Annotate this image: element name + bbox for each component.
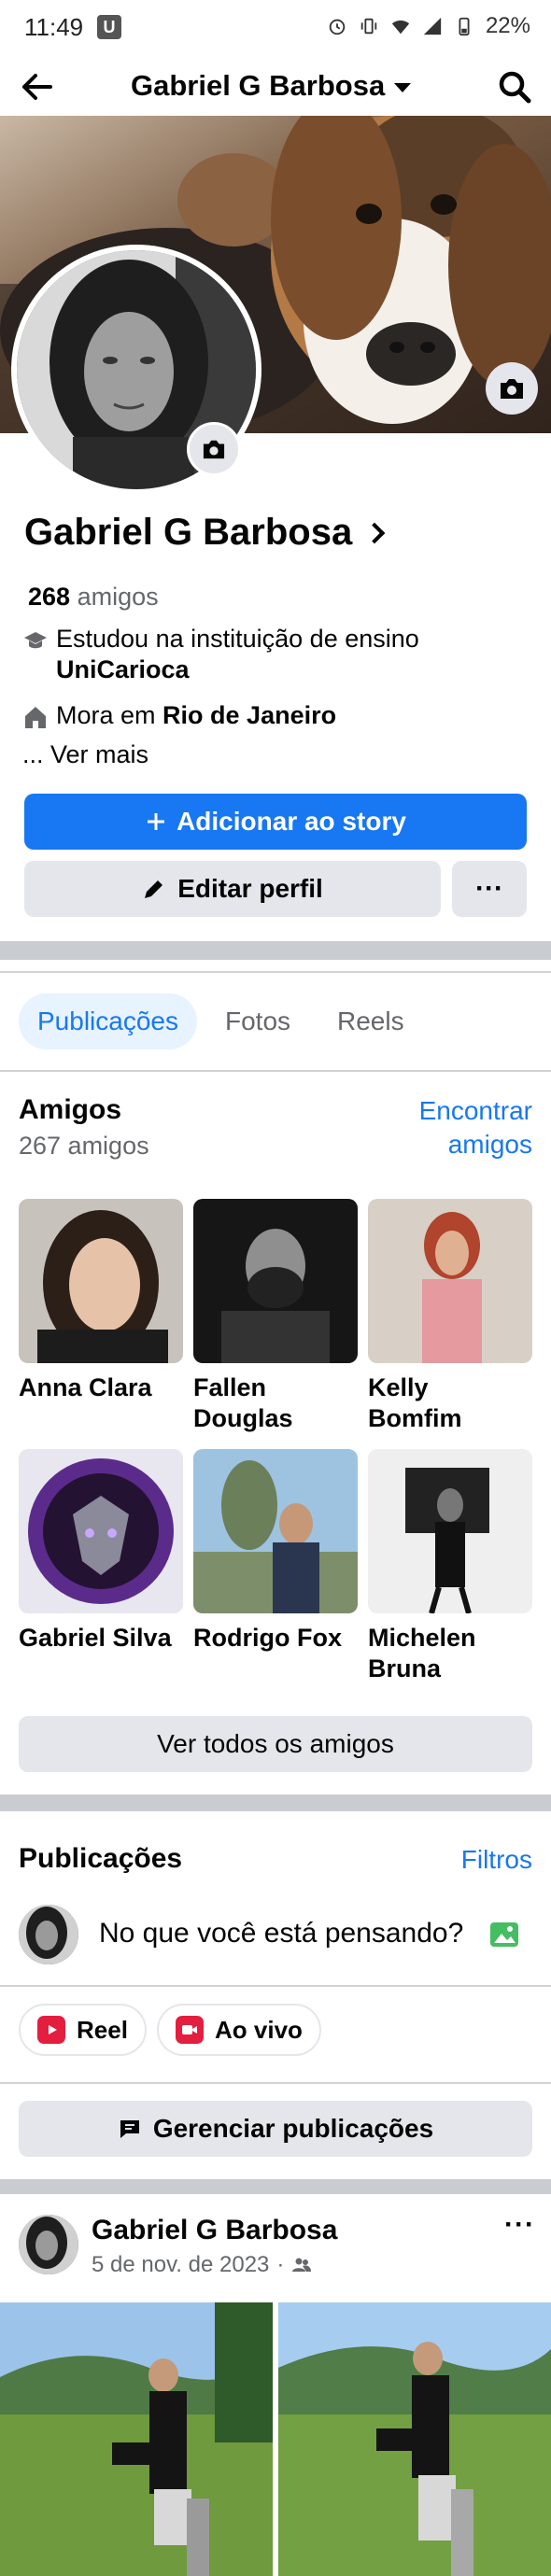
photo-icon[interactable]: [487, 1918, 521, 1951]
profile-name-link[interactable]: Gabriel G Barbosa: [24, 512, 386, 554]
arrow-left-icon[interactable]: [17, 67, 56, 106]
education-place[interactable]: UniCarioca: [56, 655, 419, 685]
friend-card[interactable]: Kelly Bomfim: [368, 1199, 532, 1434]
post-composer-input[interactable]: No que você está pensando?: [99, 1918, 463, 1950]
posts-section-title: Publicações: [19, 1843, 183, 1874]
manage-posts-button[interactable]: Gerenciar publicações: [19, 2101, 532, 2157]
friend-card[interactable]: Anna Clara: [19, 1199, 183, 1403]
location-place[interactable]: Rio de Janeiro: [162, 701, 336, 729]
profile-switcher[interactable]: Gabriel G Barbosa: [131, 69, 412, 103]
friend-photo: [193, 1449, 358, 1613]
pencil-icon: [145, 880, 163, 898]
signal-icon: [423, 17, 442, 35]
plus-icon: [148, 813, 165, 830]
friend-card[interactable]: Fallen Douglas: [193, 1199, 358, 1434]
status-bar: 11:49 U 22%: [0, 0, 551, 58]
see-more-link[interactable]: ... Ver mais: [22, 739, 148, 770]
top-bar: Gabriel G Barbosa: [0, 58, 551, 116]
friend-name: Rodrigo Fox: [193, 1624, 342, 1652]
find-friends-link[interactable]: Encontrar amigos: [419, 1094, 532, 1161]
divider-line: [0, 1985, 551, 1987]
camera-icon: [501, 379, 523, 399]
see-all-friends-button[interactable]: Ver todos os amigos: [19, 1716, 532, 1772]
more-options-button[interactable]: ···: [452, 861, 527, 917]
status-time: 11:49: [24, 13, 84, 41]
friend-card[interactable]: Rodrigo Fox: [193, 1449, 358, 1654]
status-icons: 22%: [327, 13, 530, 39]
camera-icon: [203, 440, 225, 459]
filters-link[interactable]: Filtros: [461, 1843, 532, 1877]
edit-cover-camera-button[interactable]: [486, 362, 538, 415]
section-divider: [0, 2179, 551, 2194]
location-info: Mora em Rio de Janeiro: [22, 700, 336, 731]
post-timestamp[interactable]: 5 de nov. de 2023 ·: [92, 2252, 312, 2278]
divider-line: [0, 971, 551, 973]
friend-card[interactable]: Gabriel Silva: [19, 1449, 183, 1654]
battery-icon: [459, 17, 470, 36]
friend-photo: [19, 1199, 183, 1363]
friend-photo: [368, 1449, 532, 1613]
profile-name: Gabriel G Barbosa: [24, 512, 353, 553]
more-icon: ···: [475, 873, 503, 904]
education-info: Estudou na instituição de ensino UniCari…: [22, 624, 419, 685]
friends-section-title: Amigos: [19, 1094, 122, 1125]
section-divider: [0, 941, 551, 960]
avatar[interactable]: [19, 2215, 78, 2274]
post-photo[interactable]: [0, 2302, 273, 2576]
divider-line: [0, 2082, 551, 2084]
top-bar-title: Gabriel G Barbosa: [131, 69, 386, 102]
post-more-options-icon[interactable]: ···: [504, 2209, 535, 2241]
friend-name: Gabriel Silva: [19, 1624, 172, 1652]
profile-tabs: Publicações Fotos Reels: [19, 993, 423, 1049]
tab-reels[interactable]: Reels: [318, 993, 423, 1049]
avatar[interactable]: [19, 1905, 78, 1964]
reel-button[interactable]: Reel: [19, 2004, 147, 2056]
graduation-cap-icon: [24, 632, 47, 649]
alarm-icon: [329, 19, 346, 35]
post-photo[interactable]: [278, 2302, 551, 2576]
friend-photo: [19, 1449, 183, 1613]
post-author[interactable]: Gabriel G Barbosa: [92, 2215, 337, 2246]
edit-profile-button[interactable]: Editar perfil: [24, 861, 441, 917]
friends-count[interactable]: 268 amigos: [28, 583, 159, 612]
friend-photo: [193, 1199, 358, 1363]
live-button[interactable]: Ao vivo: [157, 2004, 321, 2056]
friend-photo: [368, 1199, 532, 1363]
friend-name: Kelly Bomfim: [368, 1373, 462, 1432]
tab-fotos[interactable]: Fotos: [206, 993, 309, 1049]
manage-posts-icon: [120, 2120, 139, 2138]
friend-name: Anna Clara: [19, 1373, 152, 1401]
edit-profile-picture-button[interactable]: [187, 422, 241, 476]
chevron-right-icon: [363, 522, 386, 543]
tab-publicacoes[interactable]: Publicações: [19, 993, 197, 1049]
app-notification-badge: U: [97, 15, 121, 39]
friend-name: Michelen Bruna: [368, 1624, 476, 1682]
section-divider: [0, 1795, 551, 1811]
divider-line: [0, 1070, 551, 1072]
live-video-icon: [176, 2016, 204, 2044]
friend-name: Fallen Douglas: [193, 1373, 293, 1432]
friend-card[interactable]: Michelen Bruna: [368, 1449, 532, 1684]
chevron-down-icon: [394, 83, 412, 92]
friends-audience-icon: [292, 2258, 312, 2272]
battery-percentage: 22%: [485, 13, 530, 38]
reel-icon: [37, 2016, 65, 2044]
vibrate-icon: [360, 18, 377, 35]
friends-section-count: 267 amigos: [19, 1132, 149, 1160]
search-icon[interactable]: [495, 67, 534, 106]
wifi-icon: [391, 20, 410, 35]
add-to-story-button[interactable]: Adicionar ao story: [24, 794, 527, 850]
home-icon: [25, 707, 46, 728]
